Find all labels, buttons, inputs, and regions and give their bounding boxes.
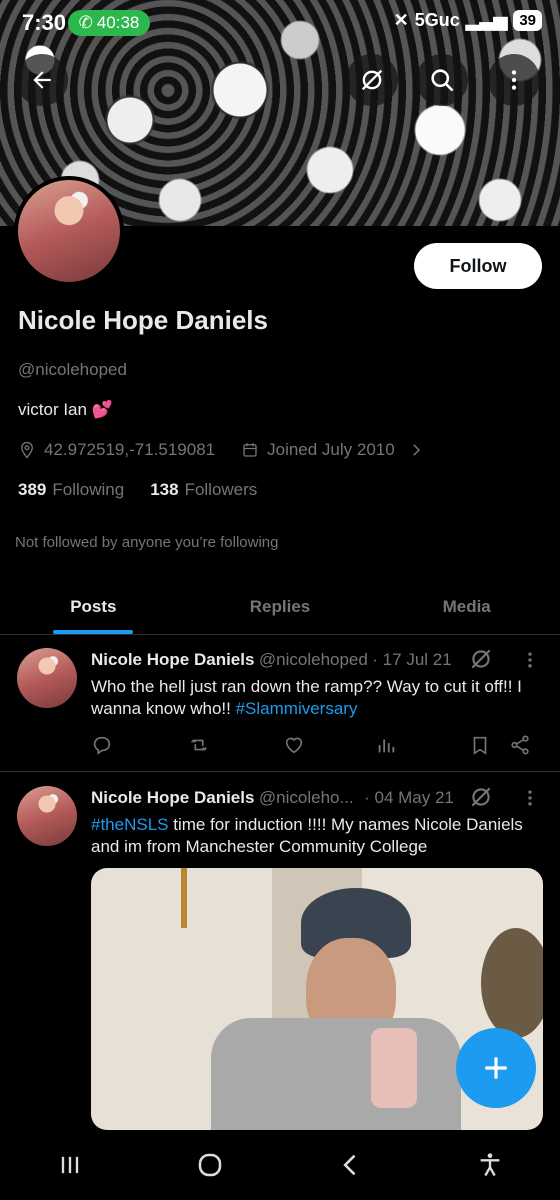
more-button[interactable]: [488, 54, 540, 106]
post-author-name[interactable]: Nicole Hope Daniels: [91, 788, 254, 807]
post-more-icon[interactable]: [520, 650, 540, 670]
followers-count: 138: [150, 480, 179, 499]
status-icons: ✕ 5Guc ▂▃▅ 39: [394, 10, 542, 31]
post-avatar[interactable]: [17, 648, 77, 708]
followers-link[interactable]: 138 Followers: [150, 480, 257, 500]
profile-joined: Joined July 2010: [267, 440, 395, 459]
reply-icon[interactable]: [91, 734, 113, 756]
display-name: Nicole Hope Daniels: [18, 305, 268, 335]
hashtag-link[interactable]: #Slammiversary: [236, 699, 358, 718]
post-author-handle: @nicoleho...: [258, 788, 354, 807]
tab-replies[interactable]: Replies: [187, 580, 374, 634]
tab-label: Media: [442, 597, 491, 616]
profile-bio: victor Ian 💕: [18, 400, 113, 419]
grok-button[interactable]: [346, 54, 398, 106]
profile-counts: 389 Following 138 Followers: [18, 480, 257, 500]
recents-icon[interactable]: [56, 1151, 84, 1179]
post-avatar[interactable]: [17, 786, 77, 846]
phone-shape: [371, 1028, 417, 1108]
grok-icon: [361, 69, 383, 91]
post-author-name[interactable]: Nicole Hope Daniels: [91, 650, 254, 669]
network-label: 5Guc: [414, 10, 460, 30]
search-icon: [431, 69, 454, 92]
back-button[interactable]: [16, 54, 68, 106]
shirt-shape: [211, 1018, 461, 1130]
followers-label: Followers: [184, 480, 258, 499]
accessibility-icon[interactable]: [476, 1151, 504, 1179]
tab-media[interactable]: Media: [373, 580, 560, 634]
tab-posts[interactable]: Posts: [0, 580, 187, 634]
call-timer: 40:38: [96, 13, 140, 32]
phone-icon: ✆: [78, 13, 93, 32]
not-followed-note: Not followed by anyone you’re following: [15, 534, 279, 551]
post-more-icon[interactable]: [520, 788, 540, 808]
calendar-icon: [243, 443, 257, 457]
profile-meta: 42.972519,-71.519081 Joined July 2010: [18, 440, 425, 460]
battery-level: 39: [519, 12, 536, 29]
profile-location: 42.972519,-71.519081: [44, 440, 216, 459]
post-text: #theNSLS time for induction !!!! My name…: [91, 814, 543, 858]
following-label: Following: [52, 480, 125, 499]
hashtag-link[interactable]: #theNSLS: [91, 815, 169, 834]
grok-icon[interactable]: [468, 784, 494, 810]
door-decoration: [181, 868, 187, 928]
active-tab-indicator: [53, 630, 134, 634]
post-header: Nicole Hope Daniels @nicolehoped · 17 Ju…: [91, 650, 511, 670]
signal-icon: ▂▃▅: [465, 10, 508, 30]
post-date: · 04 May 21: [364, 788, 454, 807]
post-header: Nicole Hope Daniels @nicoleho... · 04 Ma…: [91, 788, 471, 808]
bookmark-icon[interactable]: [469, 734, 491, 756]
status-time: 7:30: [22, 10, 67, 35]
grok-icon[interactable]: [468, 646, 494, 672]
tab-label: Replies: [249, 597, 311, 616]
post-actions: [91, 734, 531, 758]
battery-icon: 39: [513, 10, 542, 31]
call-indicator[interactable]: ✆ 40:38: [68, 10, 150, 36]
views-icon[interactable]: [375, 734, 397, 756]
system-nav-bar: [0, 1130, 560, 1200]
profile-tabs: Posts Replies Media: [0, 580, 560, 635]
wreath-shape: [481, 928, 543, 1038]
back-nav-icon[interactable]: [337, 1151, 365, 1179]
arrow-left-icon: [33, 71, 51, 89]
chevron-right-icon[interactable]: [407, 441, 425, 459]
share-icon[interactable]: [509, 734, 531, 756]
follow-button[interactable]: Follow: [414, 243, 542, 289]
more-vertical-icon: [511, 70, 517, 90]
like-icon[interactable]: [283, 734, 305, 756]
tab-label: Posts: [70, 597, 117, 616]
status-bar: 7:30 ✆ 40:38 ✕ 5Guc ▂▃▅ 39: [0, 0, 560, 44]
post-author-handle: @nicolehoped: [258, 650, 368, 669]
repost-icon[interactable]: [187, 734, 211, 756]
following-link[interactable]: 389 Following: [18, 480, 124, 500]
post-text: Who the hell just ran down the ramp?? Wa…: [91, 676, 541, 720]
profile-handle: @nicolehoped: [18, 360, 127, 379]
compose-button[interactable]: [456, 1028, 536, 1108]
post-date: · 17 Jul 21: [372, 650, 452, 669]
search-button[interactable]: [416, 54, 468, 106]
post-divider: [0, 771, 560, 772]
following-count: 389: [18, 480, 47, 499]
plus-icon: [485, 1057, 507, 1079]
location-icon: [21, 441, 33, 459]
profile-avatar[interactable]: [14, 176, 124, 286]
home-icon[interactable]: [195, 1150, 225, 1180]
mute-icon: ✕: [393, 10, 409, 30]
